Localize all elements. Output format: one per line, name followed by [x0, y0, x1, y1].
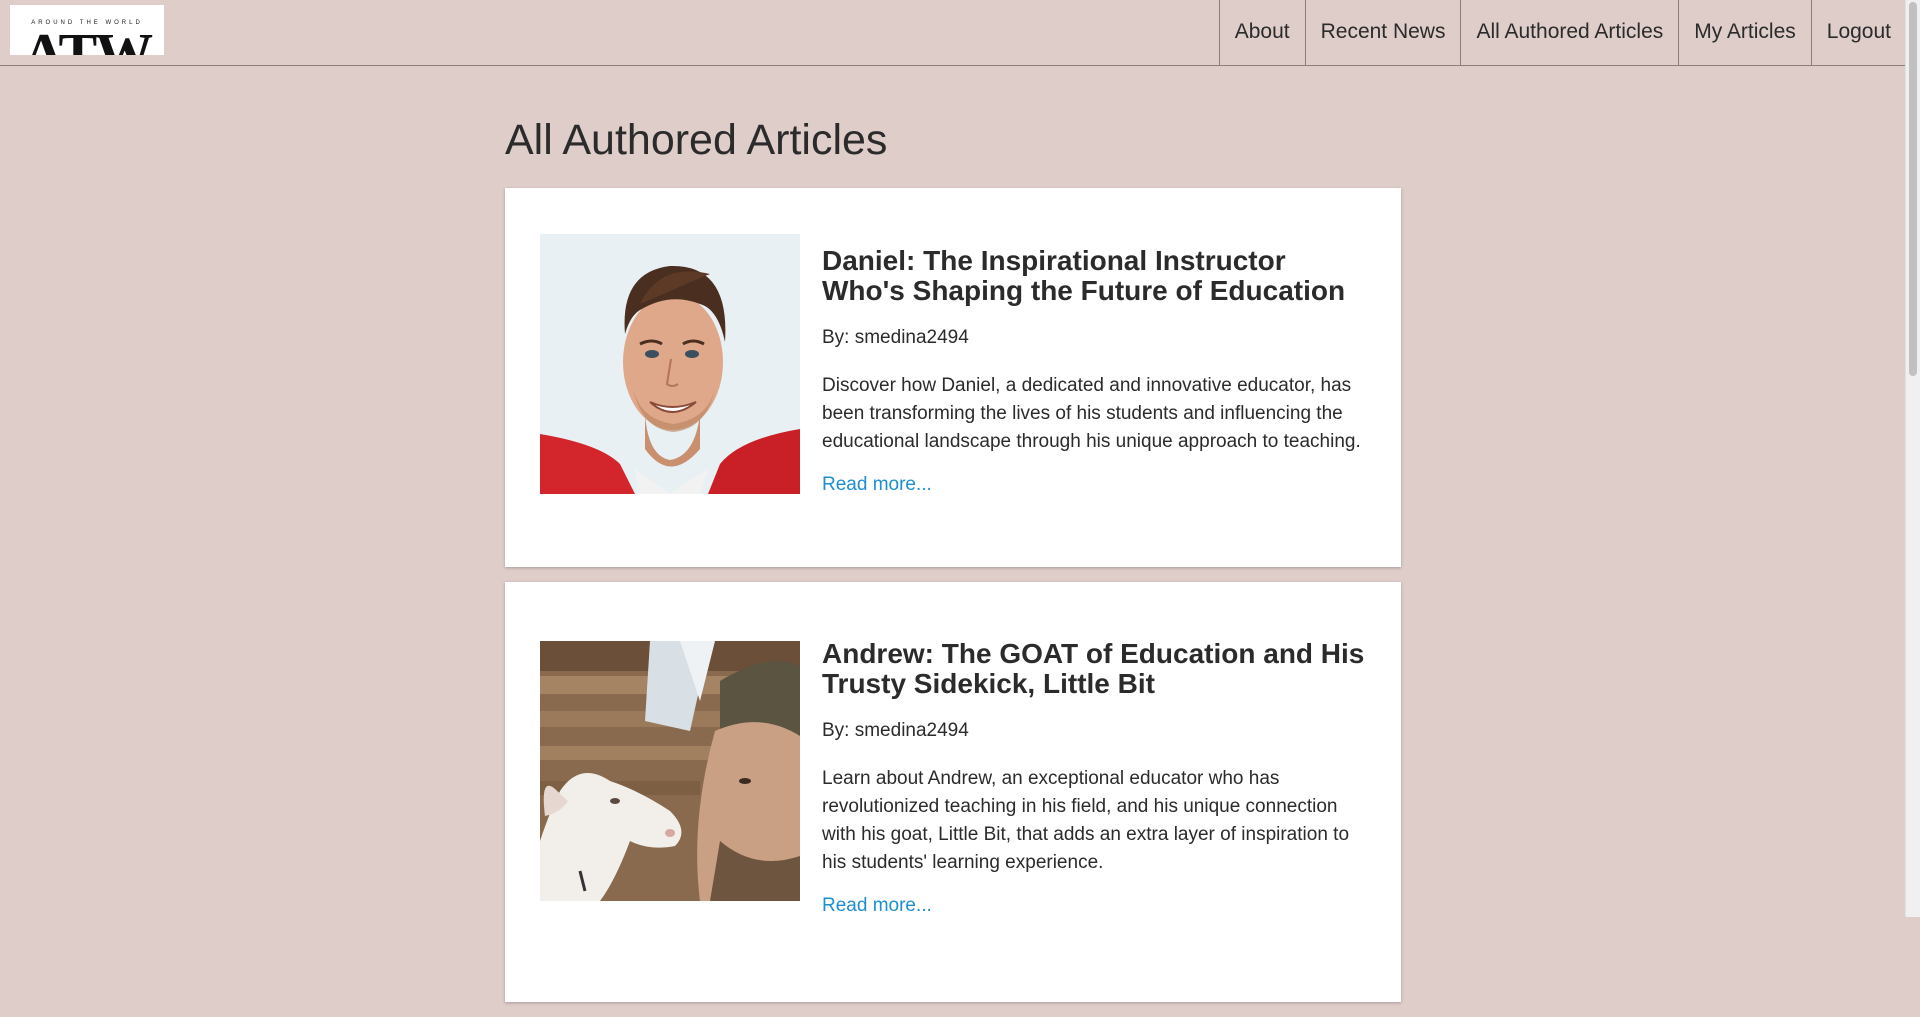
- article-title[interactable]: Andrew: The GOAT of Education and His Tr…: [822, 639, 1370, 699]
- nav-my-articles[interactable]: My Articles: [1678, 0, 1811, 65]
- article-content: Daniel: The Inspirational Instructor Who…: [822, 246, 1370, 496]
- scrollbar-thumb[interactable]: [1909, 2, 1917, 376]
- article-content: Andrew: The GOAT of Education and His Tr…: [822, 639, 1370, 917]
- nav-logout[interactable]: Logout: [1810, 0, 1906, 65]
- top-navbar: AROUND THE WORLD ATW About Recent News A…: [0, 0, 1906, 66]
- logo-letters: ATW: [10, 25, 164, 55]
- nav-about[interactable]: About: [1218, 0, 1305, 65]
- page-title: All Authored Articles: [505, 116, 888, 164]
- nav-all-authored-articles[interactable]: All Authored Articles: [1460, 0, 1678, 65]
- main-content: All Authored Articles Daniel: The Inspir…: [505, 88, 1401, 1017]
- nav-links: About Recent News All Authored Articles …: [1218, 0, 1906, 65]
- article-image-daniel[interactable]: [540, 234, 800, 494]
- article-summary: Learn about Andrew, an exceptional educa…: [822, 768, 1350, 873]
- nav-recent-news[interactable]: Recent News: [1304, 0, 1461, 65]
- article-summary: Discover how Daniel, a dedicated and inn…: [822, 375, 1361, 452]
- article-author: By: smedina2494: [822, 720, 969, 741]
- article-card: Andrew: The GOAT of Education and His Tr…: [505, 582, 1401, 1002]
- article-image-andrew-goat[interactable]: [540, 641, 800, 901]
- site-logo[interactable]: AROUND THE WORLD ATW: [10, 5, 164, 55]
- article-author: By: smedina2494: [822, 327, 969, 348]
- read-more-link[interactable]: Read more...: [822, 895, 932, 916]
- article-card: Daniel: The Inspirational Instructor Who…: [505, 188, 1401, 567]
- article-title[interactable]: Daniel: The Inspirational Instructor Who…: [822, 246, 1370, 306]
- read-more-link[interactable]: Read more...: [822, 474, 932, 495]
- vertical-scrollbar[interactable]: [1905, 0, 1920, 917]
